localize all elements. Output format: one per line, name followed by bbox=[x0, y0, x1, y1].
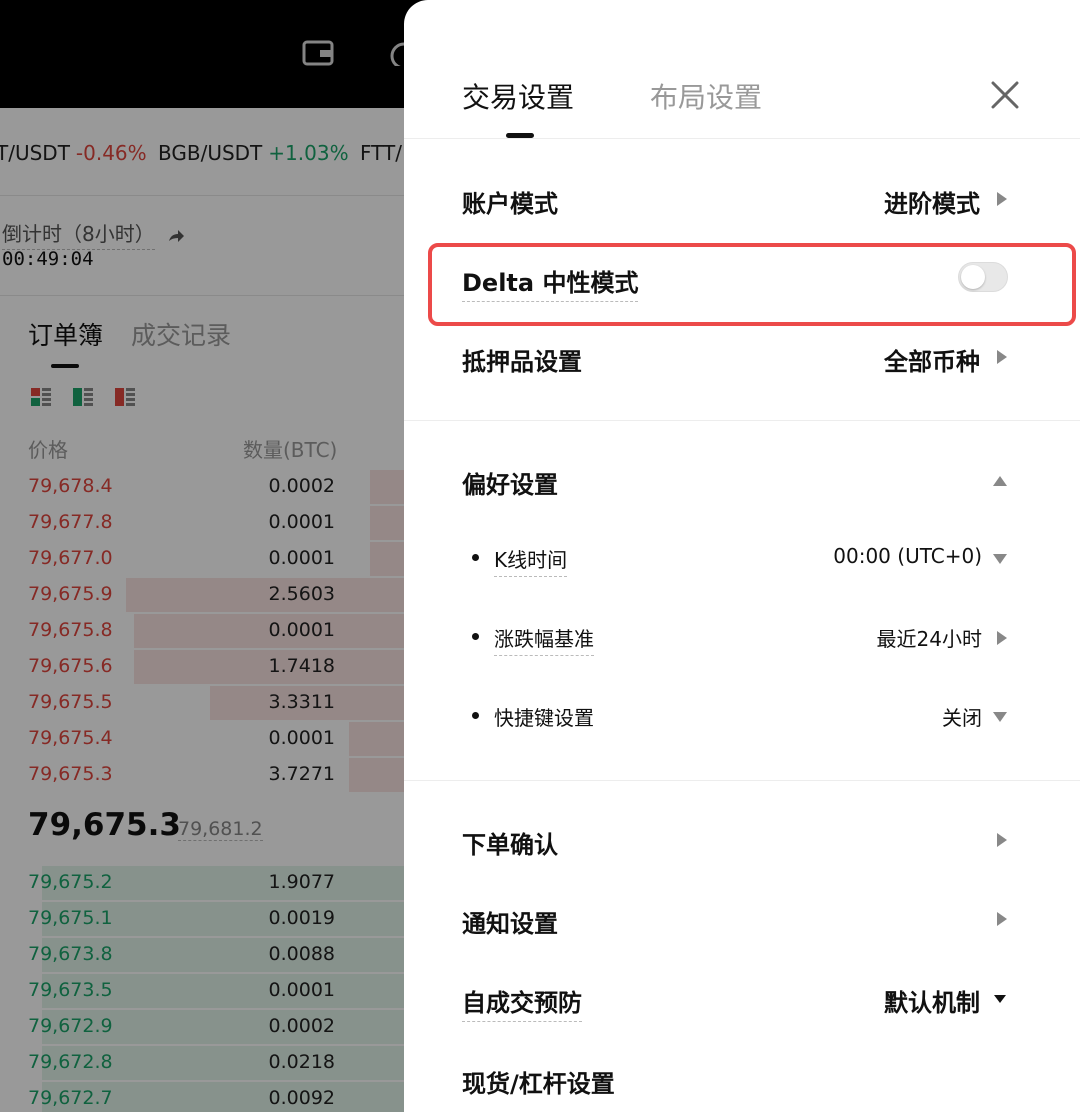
notification-settings-label: 通知设置 bbox=[462, 910, 558, 938]
shortcut-settings-row[interactable]: 快捷键设置 关闭 bbox=[472, 692, 1008, 742]
change-basis-value: 最近24小时 bbox=[876, 627, 982, 651]
caret-down-icon bbox=[993, 554, 1007, 564]
tab-trading-settings[interactable]: 交易设置 bbox=[462, 76, 574, 116]
account-mode-label: 账户模式 bbox=[462, 190, 558, 218]
change-basis-label: 涨跌幅基准 bbox=[494, 623, 594, 656]
kline-time-row[interactable]: K线时间 00:00 (UTC+0) bbox=[472, 534, 1008, 584]
preferences-row[interactable]: 偏好设置 bbox=[462, 453, 1008, 509]
drawer-tabs: 交易设置 布局设置 bbox=[404, 0, 1080, 139]
tab-layout-settings[interactable]: 布局设置 bbox=[650, 76, 762, 116]
kline-time-label: K线时间 bbox=[494, 544, 568, 577]
bullet bbox=[472, 554, 479, 561]
account-mode-value: 进阶模式 bbox=[884, 190, 980, 218]
account-mode-row[interactable]: 账户模式 进阶模式 bbox=[462, 172, 1008, 228]
self-trade-prevention-label: 自成交预防 bbox=[462, 983, 582, 1022]
kline-time-value: 00:00 (UTC+0) bbox=[833, 544, 982, 568]
tab-underline bbox=[506, 133, 534, 138]
caret-right-icon bbox=[997, 833, 1007, 847]
highlight-box bbox=[428, 243, 1076, 326]
settings-drawer: 交易设置 布局设置 账户模式 进阶模式 Delta 中性模式 抵押品设置 全部币… bbox=[404, 0, 1080, 1112]
spot-margin-settings-label: 现货/杠杆设置 bbox=[462, 1070, 615, 1098]
shortcut-settings-value: 关闭 bbox=[942, 706, 982, 730]
change-basis-row[interactable]: 涨跌幅基准 最近24小时 bbox=[472, 613, 1008, 663]
preferences-label: 偏好设置 bbox=[462, 471, 558, 499]
close-icon[interactable] bbox=[988, 78, 1022, 112]
bullet bbox=[472, 712, 479, 719]
caret-down-icon bbox=[994, 995, 1006, 1003]
caret-right-icon bbox=[997, 350, 1007, 364]
shortcut-settings-label: 快捷键设置 bbox=[494, 706, 594, 730]
bullet bbox=[472, 633, 479, 640]
notification-settings-row[interactable]: 通知设置 bbox=[462, 892, 1008, 948]
caret-right-icon bbox=[997, 192, 1007, 206]
collateral-value: 全部币种 bbox=[884, 348, 980, 376]
collateral-label: 抵押品设置 bbox=[462, 348, 582, 376]
self-trade-prevention-row[interactable]: 自成交预防 默认机制 bbox=[462, 971, 1008, 1027]
self-trade-prevention-value: 默认机制 bbox=[884, 989, 980, 1017]
spot-margin-settings-row[interactable]: 现货/杠杆设置 bbox=[462, 1052, 1008, 1108]
caret-down-icon bbox=[993, 712, 1007, 722]
order-confirm-label: 下单确认 bbox=[462, 831, 558, 859]
order-confirm-row[interactable]: 下单确认 bbox=[462, 813, 1008, 869]
caret-right-icon bbox=[997, 631, 1007, 645]
section-divider bbox=[404, 420, 1080, 421]
collateral-row[interactable]: 抵押品设置 全部币种 bbox=[462, 330, 1008, 386]
caret-right-icon bbox=[997, 912, 1007, 926]
caret-up-icon bbox=[993, 476, 1007, 486]
section-divider bbox=[404, 780, 1080, 781]
